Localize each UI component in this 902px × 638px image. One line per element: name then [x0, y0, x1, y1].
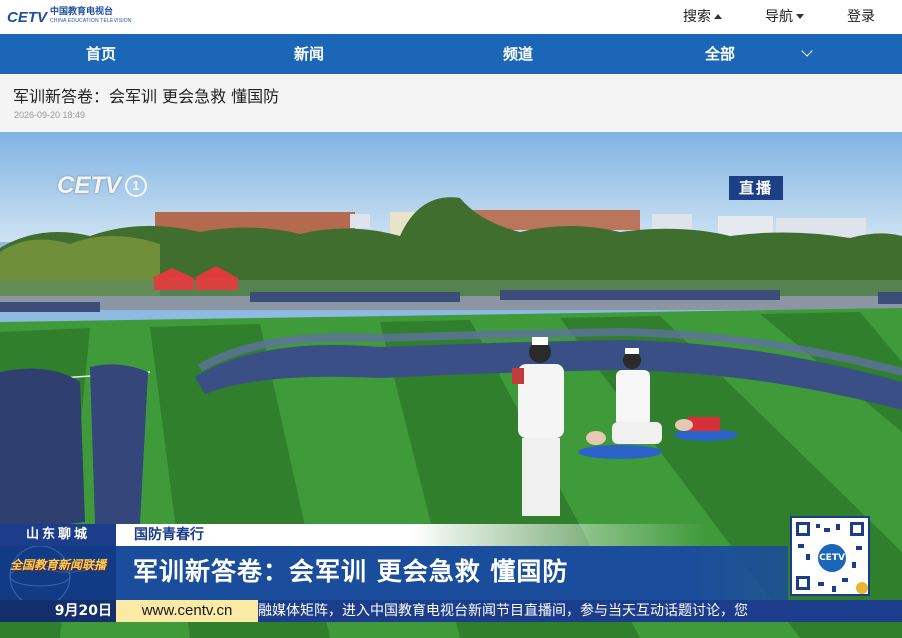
qr-code-icon: CETV [790, 516, 870, 596]
qr-center-logo: CETV [816, 542, 848, 574]
top-bar: CETV 中国教育电视台 CHINA EDUCATION TELEVISION … [0, 0, 902, 34]
article-header: 军训新答卷：会军训 更会急救 懂国防 2026-09-20 18:49 [0, 74, 902, 132]
logo-mark: CETV [7, 8, 48, 26]
logo-subtitle: 中国教育电视台 CHINA EDUCATION TELEVISION [50, 8, 132, 26]
search-label: 搜索 [683, 9, 711, 25]
logo-en: CHINA EDUCATION TELEVISION [50, 18, 132, 24]
nav-item-all[interactable]: 全部 [705, 34, 735, 74]
chevron-down-icon[interactable] [801, 45, 813, 57]
ticker-text: 融媒体矩阵，进入中国教育电视台新闻节目直播间，参与当天互动话题讨论，您 [258, 603, 748, 619]
main-nav: 首页 新闻 频道 全部 [0, 34, 902, 74]
nav-item-home[interactable]: 首页 [86, 34, 116, 74]
login-label: 登录 [847, 9, 875, 25]
tag-caption-bg [116, 524, 706, 546]
qr-badge-icon [856, 582, 868, 594]
article-title: 军训新答卷：会军训 更会急救 懂国防 [13, 87, 280, 106]
caret-down-icon [796, 13, 804, 19]
channel-logo-text: CETV [57, 172, 122, 199]
date-caption: 9月20日 [0, 600, 116, 622]
location-caption: 山东聊城 [0, 524, 116, 546]
nav-item-news[interactable]: 新闻 [294, 34, 324, 74]
nav-item-channels[interactable]: 频道 [503, 34, 533, 74]
url-caption: www.centv.cn [116, 600, 258, 622]
search-link[interactable]: 搜索 [683, 6, 722, 26]
navigation-link[interactable]: 导航 [765, 6, 804, 26]
news-ticker: 融媒体矩阵，进入中国教育电视台新闻节目直播间，参与当天互动话题讨论，您 [258, 600, 902, 622]
login-link[interactable]: 登录 [847, 6, 875, 26]
headline-caption: 军训新答卷：会军训 更会急救 懂国防 [133, 557, 569, 586]
channel-logo: CETV 1 [57, 172, 148, 200]
globe-icon [9, 546, 101, 600]
caret-up-icon [714, 13, 722, 19]
channel-number: 1 [125, 175, 148, 197]
article-date: 2026-09-20 18:49 [14, 110, 86, 120]
logo-cn: 中国教育电视台 [50, 7, 114, 17]
tag-caption: 国防青春行 [134, 527, 204, 543]
site-logo[interactable]: CETV 中国教育电视台 CHINA EDUCATION TELEVISION [7, 6, 132, 28]
program-name: 全国教育新闻联播 [9, 558, 106, 572]
program-logo: 全国教育新闻联播 [0, 546, 116, 600]
live-badge: 直播 [729, 176, 783, 200]
video-player[interactable]: CETV 1 直播 山东聊城 国防青春行 全国教育新闻联播 军训新答卷：会军训 … [0, 132, 902, 638]
navigation-label: 导航 [765, 9, 793, 25]
